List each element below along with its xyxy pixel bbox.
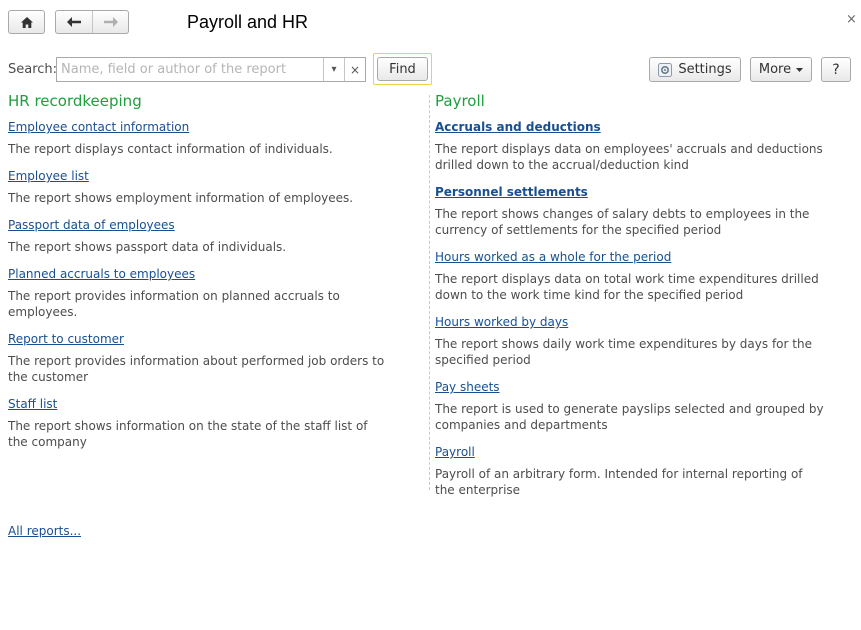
payroll-group: Payroll Accruals and deductions The repo…	[435, 92, 845, 506]
search-clear-button[interactable]: ×	[344, 58, 365, 81]
home-icon	[20, 16, 34, 29]
search-label: Search:	[8, 62, 58, 77]
help-icon: ?	[832, 61, 840, 78]
report-description: The report shows information on the stat…	[8, 419, 368, 449]
forward-button[interactable]	[92, 11, 128, 33]
settings-button[interactable]: Settings	[649, 57, 741, 82]
report-item: Payroll Payroll of an arbitrary form. In…	[435, 441, 845, 498]
report-link[interactable]: Employee contact information	[8, 119, 189, 137]
report-item: Report to customer The report provides i…	[8, 328, 408, 385]
report-item: Planned accruals to employees The report…	[8, 263, 408, 320]
report-item: Accruals and deductions The report displ…	[435, 116, 845, 173]
report-link[interactable]: Payroll	[435, 444, 475, 462]
chevron-down-icon: ▾	[331, 64, 337, 75]
report-link[interactable]: Employee list	[8, 168, 89, 186]
report-description: The report displays data on total work t…	[435, 272, 819, 302]
page-title: Payroll and HR	[187, 12, 309, 32]
close-icon[interactable]: ×	[846, 12, 857, 27]
help-button[interactable]: ?	[821, 57, 851, 82]
group-title: Payroll	[435, 92, 485, 110]
report-link[interactable]: Report to customer	[8, 331, 124, 349]
report-link[interactable]: Passport data of employees	[8, 217, 175, 235]
report-item: Pay sheets The report is used to generat…	[435, 376, 845, 433]
home-button[interactable]	[8, 10, 45, 34]
report-description: The report shows employment information …	[8, 191, 354, 205]
clear-icon: ×	[349, 62, 361, 77]
report-description: The report is used to generate payslips …	[435, 402, 824, 432]
settings-label: Settings	[678, 62, 732, 77]
forward-arrow-icon	[103, 17, 118, 27]
report-link[interactable]: Planned accruals to employees	[8, 266, 195, 284]
search-input[interactable]	[57, 58, 323, 81]
settings-icon	[658, 62, 673, 77]
report-description: The report displays contact information …	[8, 142, 333, 156]
report-item: Personnel settlements The report shows c…	[435, 181, 845, 238]
report-link[interactable]: Accruals and deductions	[435, 119, 601, 137]
report-description: The report provides information about pe…	[8, 354, 385, 384]
report-link[interactable]: Hours worked as a whole for the period	[435, 249, 671, 267]
report-description: The report provides information on plann…	[8, 289, 340, 319]
report-item: Hours worked by days The report shows da…	[435, 311, 845, 368]
search-box: ▾ ×	[56, 57, 366, 82]
report-link[interactable]: Staff list	[8, 396, 57, 414]
report-item: Passport data of employees The report sh…	[8, 214, 408, 255]
report-description: The report displays data on employees' a…	[435, 142, 823, 172]
more-label: More	[758, 62, 792, 77]
back-button[interactable]	[56, 11, 92, 33]
hr-recordkeeping-group: HR recordkeeping Employee contact inform…	[8, 92, 408, 458]
report-link[interactable]: Hours worked by days	[435, 314, 568, 332]
report-description: The report shows changes of salary debts…	[435, 207, 810, 237]
group-title: HR recordkeeping	[8, 92, 142, 110]
report-description: The report shows daily work time expendi…	[435, 337, 812, 367]
report-description: Payroll of an arbitrary form. Intended f…	[435, 467, 803, 497]
report-item: Employee list The report shows employmen…	[8, 165, 408, 206]
all-reports-link[interactable]: All reports...	[8, 524, 81, 538]
back-arrow-icon	[67, 17, 81, 27]
report-link[interactable]: Pay sheets	[435, 379, 500, 397]
more-button[interactable]: More	[750, 57, 812, 82]
report-item: Employee contact information The report …	[8, 116, 408, 157]
report-item: Staff list The report shows information …	[8, 393, 408, 450]
find-button[interactable]: Find	[377, 57, 428, 81]
search-dropdown-button[interactable]: ▾	[323, 58, 344, 81]
report-description: The report shows passport data of indivi…	[8, 240, 287, 254]
chevron-down-icon	[796, 67, 804, 72]
navigation-buttons	[55, 10, 129, 34]
column-divider	[429, 95, 430, 490]
report-link[interactable]: Personnel settlements	[435, 184, 588, 202]
report-item: Hours worked as a whole for the period T…	[435, 246, 845, 303]
